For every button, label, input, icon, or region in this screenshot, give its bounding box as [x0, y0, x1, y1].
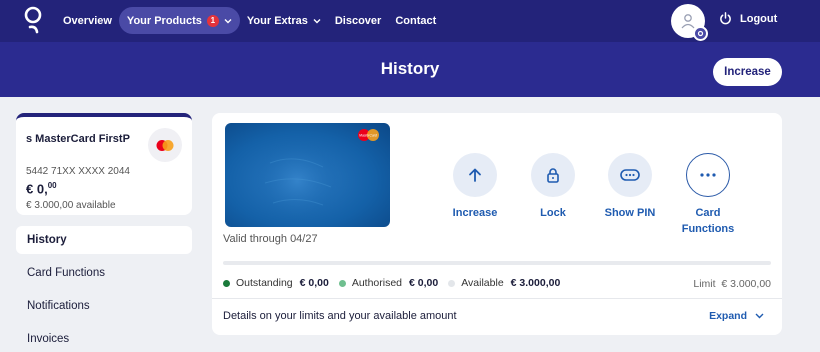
legend-available: Available € 3.000,00	[448, 277, 560, 289]
power-icon	[720, 12, 731, 25]
arrow-up-icon	[469, 168, 481, 182]
outstanding-dot-icon	[223, 279, 230, 287]
nav-your-products-label: Your Products	[126, 14, 202, 27]
legend-authorised: Authorised € 0,00	[338, 277, 439, 289]
available-value: € 3.000,00	[510, 277, 561, 289]
card-brand-text: MasterCard	[359, 134, 377, 138]
mastercard-icon	[156, 139, 174, 151]
settings-gear-icon[interactable]	[693, 26, 708, 41]
limit-legend: Outstanding € 0,00 Authorised € 0,00 Ava…	[223, 277, 570, 289]
avatar[interactable]	[671, 4, 708, 41]
increase-action-button[interactable]: Increase	[440, 153, 510, 221]
balance-cents: 00	[47, 181, 57, 190]
chevron-down-icon	[755, 313, 764, 319]
available-label: Available	[461, 277, 504, 289]
authorised-label: Authorised	[351, 277, 403, 289]
side-menu-card-functions[interactable]: Card Functions	[16, 259, 192, 287]
card-number: 5442 71XX XXXX 2044	[26, 166, 130, 177]
side-menu-label: History	[27, 234, 67, 246]
logout-label: Logout	[740, 12, 778, 25]
side-menu-notifications[interactable]: Notifications	[16, 292, 192, 320]
lock-action-circle	[531, 153, 575, 197]
show-pin-action-circle	[608, 153, 652, 197]
side-menu-invoices[interactable]: Invoices	[16, 325, 192, 352]
card-detail-panel: MasterCard Valid through 04/27 Increase …	[212, 113, 782, 335]
side-menu-label: Notifications	[27, 300, 90, 312]
nav-your-extras-label: Your Extras	[246, 14, 308, 27]
brand-logo-icon[interactable]	[22, 5, 44, 35]
increase-limit-button[interactable]: Increase	[713, 58, 782, 86]
side-menu-label: Invoices	[27, 333, 70, 345]
card-functions-action-circle	[686, 153, 730, 197]
legend-outstanding: Outstanding € 0,00	[223, 277, 329, 289]
nav-contact[interactable]: Contact	[388, 7, 443, 34]
expand-button[interactable]: Expand	[709, 310, 764, 322]
nav-your-extras[interactable]: Your Extras	[240, 7, 328, 34]
valid-through: Valid through 04/27	[223, 233, 318, 245]
side-menu-history[interactable]: History	[16, 226, 192, 254]
lock-icon	[547, 168, 559, 183]
pin-icon	[620, 169, 640, 181]
mastercard-logo	[148, 128, 182, 162]
limit-total: Limit € 3.000,00	[693, 278, 771, 290]
card-summary[interactable]: s MasterCard FirstP 5442 71XX XXXX 2044 …	[16, 113, 192, 215]
limit-usage-bar	[223, 261, 771, 265]
top-navigation: Overview Your Products 1 Your Extras Dis…	[0, 0, 820, 42]
nav-discover[interactable]: Discover	[328, 7, 388, 34]
side-menu-label: Card Functions	[27, 267, 105, 279]
more-icon	[700, 173, 716, 177]
increase-action-label: Increase	[452, 207, 498, 219]
user-icon	[681, 14, 695, 29]
authorised-dot-icon	[338, 279, 346, 287]
notification-badge: 1	[206, 14, 219, 27]
show-pin-action-button[interactable]: Show PIN	[595, 153, 665, 221]
card-available: € 3.000,00 available	[26, 200, 116, 211]
nav-your-products[interactable]: Your Products 1	[118, 7, 240, 34]
nav-contact-label: Contact	[395, 14, 437, 27]
limits-details-text: Details on your limits and your availabl…	[223, 310, 457, 322]
card-balance: € 0,00	[26, 181, 57, 196]
increase-action-circle	[453, 153, 497, 197]
nav-overview-label: Overview	[63, 14, 112, 27]
logout-button[interactable]: Logout	[719, 12, 777, 25]
balance-main: € 0,	[26, 181, 48, 197]
chevron-down-icon	[313, 18, 321, 23]
page-title: History	[380, 59, 440, 78]
credit-card-image: MasterCard	[225, 123, 390, 227]
card-name: s MasterCard FirstP	[26, 133, 130, 145]
lock-action-label: Lock	[540, 207, 566, 219]
authorised-value: € 0,00	[409, 277, 439, 289]
divider	[212, 298, 782, 299]
nav-discover-label: Discover	[334, 14, 382, 27]
page-header: History Increase	[0, 42, 820, 97]
outstanding-value: € 0,00	[299, 277, 329, 289]
lock-action-button[interactable]: Lock	[518, 153, 588, 221]
side-menu: History Card Functions Notifications Inv…	[16, 226, 192, 352]
card-functions-action-label: Card Functions	[681, 207, 735, 235]
available-dot-icon	[448, 279, 456, 287]
expand-label: Expand	[709, 310, 747, 322]
chevron-down-icon	[224, 18, 232, 23]
nav-overview[interactable]: Overview	[56, 7, 119, 34]
card-functions-action-button[interactable]: Card Functions	[673, 153, 743, 237]
outstanding-label: Outstanding	[236, 277, 293, 289]
show-pin-action-label: Show PIN	[604, 207, 656, 219]
